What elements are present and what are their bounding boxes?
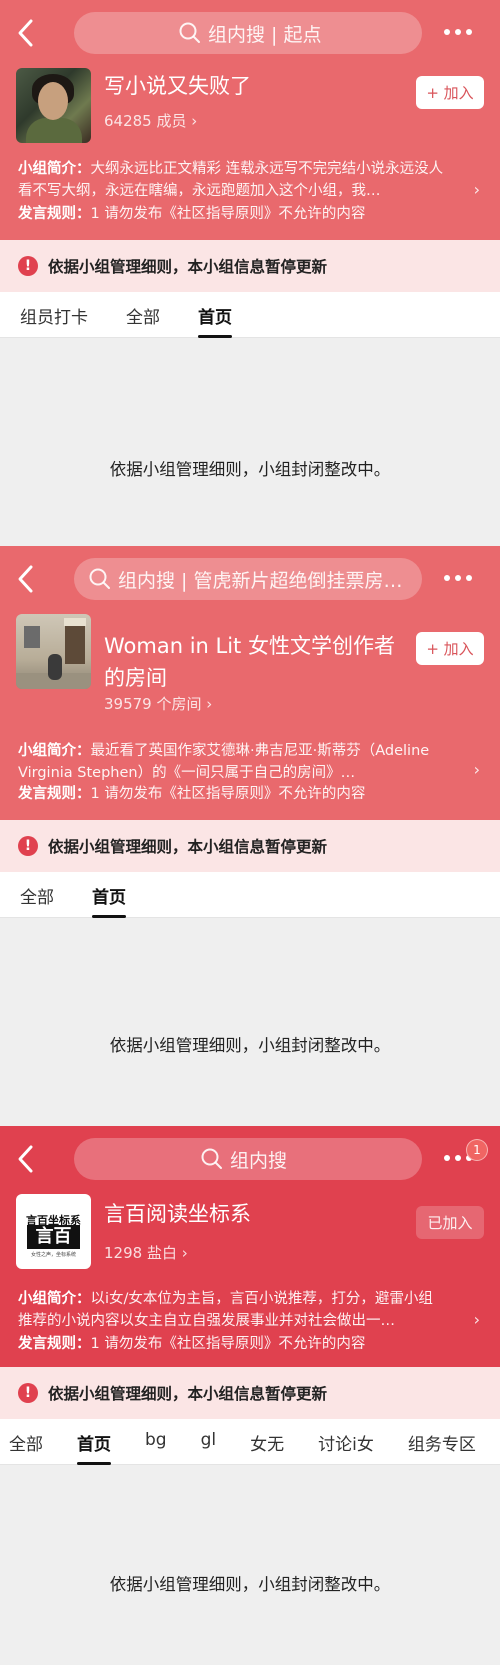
tab-home[interactable]: 首页 (77, 1430, 111, 1465)
member-count[interactable]: 64285 成员 › (104, 110, 197, 131)
search-icon (88, 567, 112, 591)
notification-badge: 1 (466, 1139, 488, 1161)
warning-icon: ! (18, 256, 38, 276)
rule-label: 发言规则： (18, 786, 91, 802)
group-tabs: 全部 首页 (0, 872, 500, 918)
intro-label: 小组简介： (18, 1291, 91, 1307)
chevron-right-icon[interactable]: › (474, 1310, 480, 1329)
notice-text: 依据小组管理细则，本小组信息暂停更新 (48, 258, 328, 276)
chevron-left-icon (18, 19, 33, 47)
intro-label: 小组简介： (18, 161, 91, 177)
joined-button[interactable]: 已加入 (416, 1206, 484, 1239)
join-button[interactable]: + 加入 (416, 632, 484, 665)
search-placeholder: 组内搜 (230, 1149, 288, 1172)
tab-home[interactable]: 首页 (198, 303, 232, 338)
group-intro[interactable]: 小组简介：大纲永远比正文精彩 连载永远写不完完结小说永远没人看不写大纲，永远在瞎… (18, 158, 450, 202)
group-header: 组内搜 1 言百坐标系 言百 女性之声，坐标系统 言百阅读坐标系 1298 盐白… (0, 1126, 500, 1367)
chevron-right-icon[interactable]: › (474, 760, 480, 779)
warning-icon: ! (18, 836, 38, 856)
search-icon (178, 21, 202, 45)
group-intro[interactable]: 小组简介：最近看了英国作家艾德琳·弗吉尼亚·斯蒂芬（Adeline Virgin… (18, 740, 450, 784)
join-button[interactable]: + 加入 (416, 76, 484, 109)
closed-message: 依据小组管理细则，小组封闭整改中。 (109, 460, 391, 479)
rule-text: 1 请勿发布《社区指导原则》不允许的内容 (90, 786, 366, 802)
rule-text: 1 请勿发布《社区指导原则》不允许的内容 (90, 1336, 366, 1352)
back-button[interactable] (16, 1144, 34, 1174)
group-panel-3: 组内搜 1 言百坐标系 言百 女性之声，坐标系统 言百阅读坐标系 1298 盐白… (0, 1126, 500, 1665)
intro-label: 小组简介： (18, 743, 91, 759)
member-count[interactable]: 39579 个房间 › (104, 693, 212, 714)
rule-label: 发言规则： (18, 206, 91, 222)
group-panel-2: 组内搜 | 管虎新片超绝倒挂票房… Woman in Lit 女性文学创作者的房… (0, 546, 500, 1126)
suspension-notice: ! 依据小组管理细则，本小组信息暂停更新 (0, 820, 500, 872)
rule-text: 1 请勿发布《社区指导原则》不允许的内容 (90, 206, 366, 222)
tab-nvwu[interactable]: 女无 (250, 1430, 284, 1455)
back-button[interactable] (16, 18, 34, 48)
suspension-notice: ! 依据小组管理细则，本小组信息暂停更新 (0, 240, 500, 292)
group-avatar (16, 68, 91, 143)
notice-text: 依据小组管理细则，本小组信息暂停更新 (48, 838, 328, 856)
more-dots-icon[interactable] (444, 22, 474, 42)
group-search-input[interactable]: 组内搜 | 起点 (74, 12, 422, 54)
tab-admin[interactable]: 组务专区 (408, 1430, 476, 1455)
group-intro[interactable]: 小组简介：以i女/女本位为主旨，言百小说推荐，打分，避雷小组 推荐的小说内容以女… (18, 1288, 450, 1332)
chevron-left-icon (18, 1145, 33, 1173)
tab-home[interactable]: 首页 (92, 883, 126, 918)
back-button[interactable] (16, 564, 34, 594)
tab-discuss[interactable]: 讨论i女 (318, 1430, 374, 1455)
avatar-logo-sub: 女性之声，坐标系统 (30, 1252, 76, 1258)
member-count[interactable]: 1298 盐白 › (104, 1242, 188, 1263)
search-placeholder: 组内搜 | 起点 (208, 23, 322, 46)
tab-gl[interactable]: gl (201, 1430, 217, 1450)
group-panel-1: 组内搜 | 起点 写小说又失败了 64285 成员 › + 加入 小组简介：大纲… (0, 0, 500, 546)
rule-label: 发言规则： (18, 1336, 91, 1352)
group-rule: 发言规则：1 请勿发布《社区指导原则》不允许的内容 (18, 202, 365, 223)
group-name: Woman in Lit 女性文学创作者的房间 (104, 634, 395, 690)
tab-bg[interactable]: bg (145, 1430, 167, 1450)
search-icon (200, 1147, 224, 1171)
group-tabs: 全部 首页 bg gl 女无 讨论i女 组务专区 (0, 1419, 500, 1465)
closed-message: 依据小组管理细则，小组封闭整改中。 (109, 1575, 391, 1594)
tab-all[interactable]: 全部 (20, 883, 54, 908)
group-rule: 发言规则：1 请勿发布《社区指导原则》不允许的内容 (18, 1332, 365, 1353)
warning-icon: ! (18, 1383, 38, 1403)
avatar-logo-big: 言百 (27, 1225, 80, 1249)
search-placeholder: 组内搜 | 管虎新片超绝倒挂票房… (118, 569, 403, 592)
group-avatar: 言百坐标系 言百 女性之声，坐标系统 (16, 1194, 91, 1269)
group-search-input[interactable]: 组内搜 (74, 1138, 422, 1180)
more-dots-icon[interactable] (444, 568, 474, 588)
tab-all[interactable]: 全部 (126, 303, 160, 328)
group-avatar (16, 614, 91, 689)
group-rule: 发言规则：1 请勿发布《社区指导原则》不允许的内容 (18, 782, 365, 803)
group-tabs: 组员打卡 全部 首页 (0, 292, 500, 338)
group-header: 组内搜 | 管虎新片超绝倒挂票房… Woman in Lit 女性文学创作者的房… (0, 546, 500, 820)
group-search-input[interactable]: 组内搜 | 管虎新片超绝倒挂票房… (74, 558, 422, 600)
closed-message: 依据小组管理细则，小组封闭整改中。 (109, 1036, 391, 1055)
group-header: 组内搜 | 起点 写小说又失败了 64285 成员 › + 加入 小组简介：大纲… (0, 0, 500, 240)
chevron-left-icon (18, 565, 33, 593)
group-name: 言百阅读坐标系 (104, 1202, 251, 1226)
notice-text: 依据小组管理细则，本小组信息暂停更新 (48, 1385, 328, 1403)
suspension-notice: ! 依据小组管理细则，本小组信息暂停更新 (0, 1367, 500, 1419)
tab-checkin[interactable]: 组员打卡 (20, 303, 88, 328)
group-name: 写小说又失败了 (104, 74, 251, 98)
chevron-right-icon[interactable]: › (474, 180, 480, 199)
tab-all[interactable]: 全部 (9, 1430, 43, 1455)
